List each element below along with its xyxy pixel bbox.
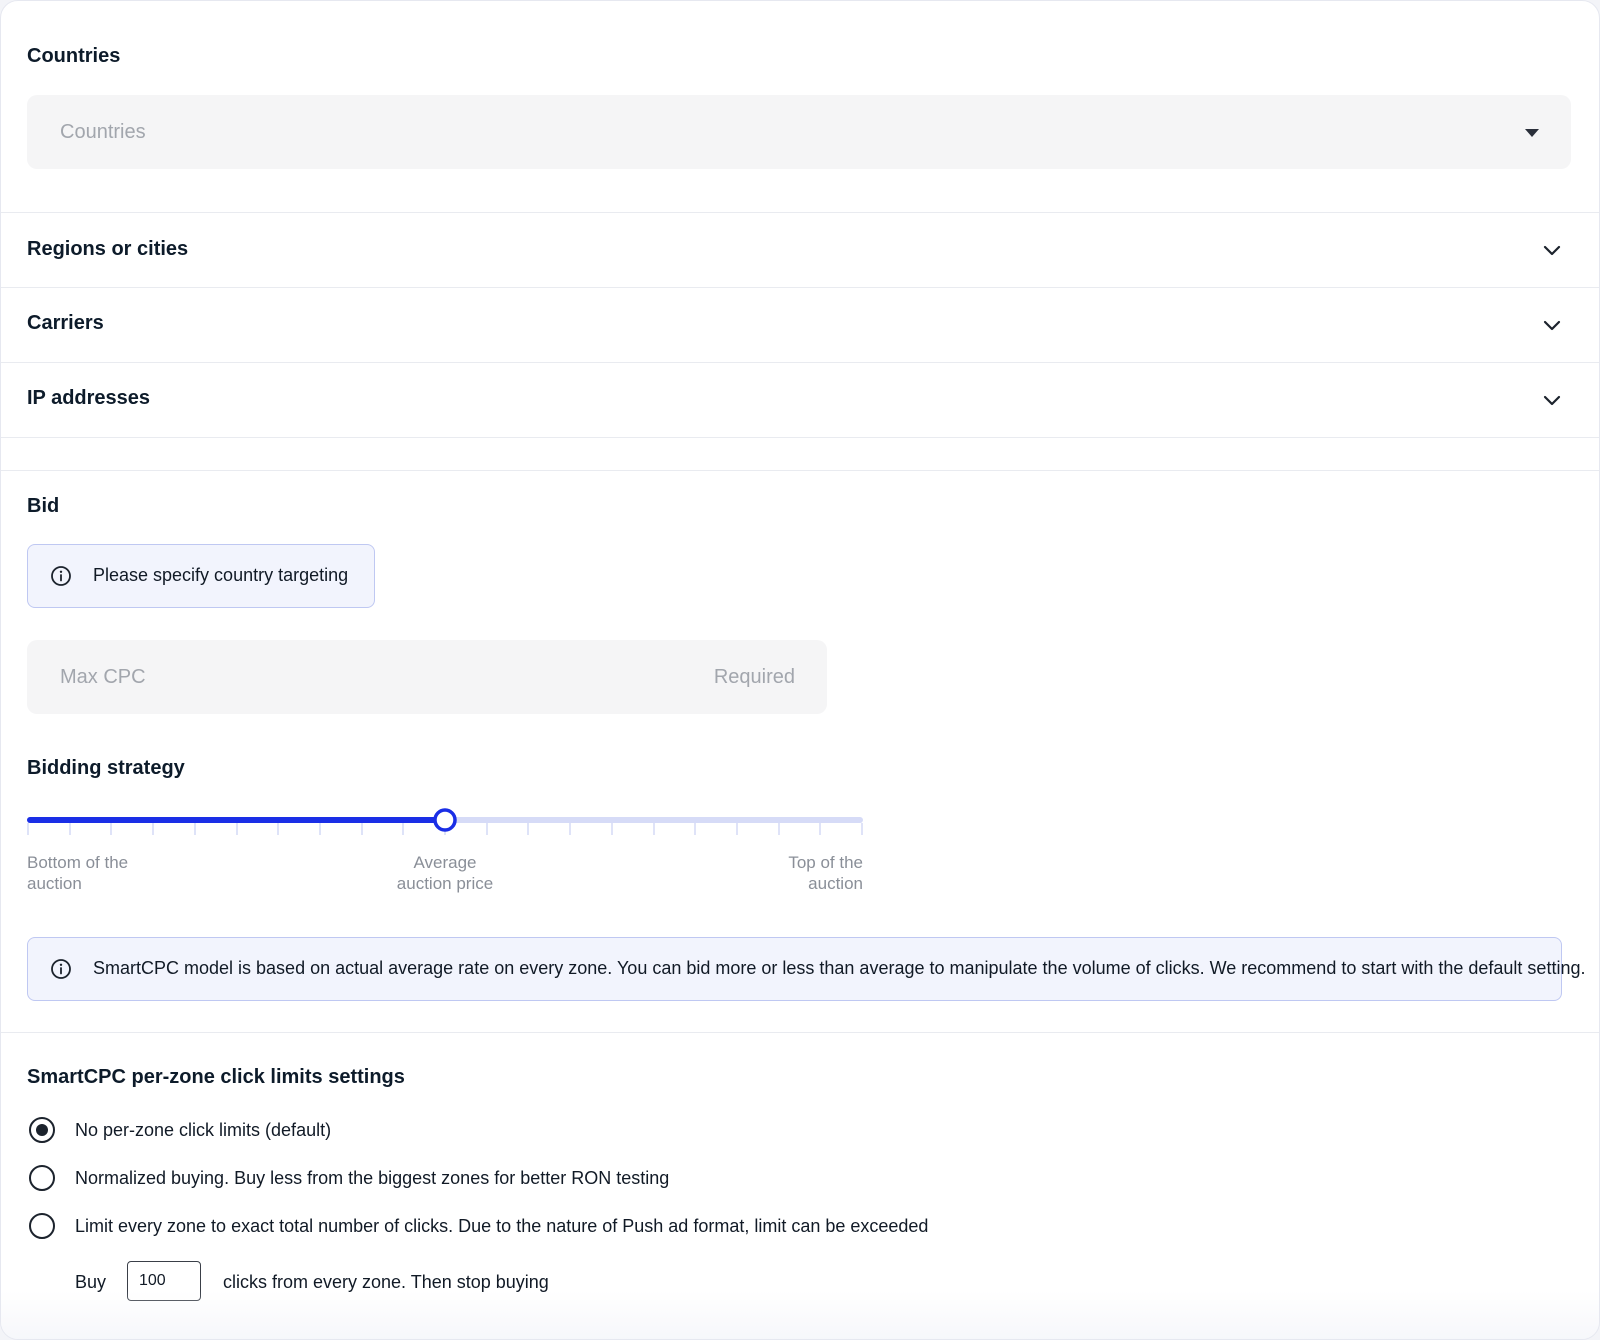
slider-label-bottom-line1: Bottom of the bbox=[27, 853, 129, 872]
settings-card: Countries Countries Regions or cities Ca… bbox=[0, 0, 1600, 1340]
countries-select[interactable]: Countries bbox=[27, 95, 1571, 169]
collapsible-regions[interactable]: Regions or cities bbox=[1, 213, 1599, 287]
bidding-strategy-slider[interactable] bbox=[27, 806, 863, 846]
radio-label: Normalized buying. Buy less from the big… bbox=[75, 1168, 670, 1188]
carriers-title: Carriers bbox=[27, 312, 104, 334]
divider bbox=[1, 470, 1599, 471]
chevron-down-icon bbox=[1543, 395, 1561, 406]
chevron-down-icon bbox=[1543, 320, 1561, 331]
radio-button[interactable] bbox=[29, 1165, 55, 1191]
slider-label-average-line2: auction price bbox=[396, 874, 494, 893]
radio-button[interactable] bbox=[29, 1213, 55, 1239]
divider bbox=[1, 437, 1599, 438]
bottom-fade bbox=[1, 1291, 1599, 1339]
radio-button[interactable] bbox=[29, 1117, 55, 1143]
max-cpc-input[interactable]: Max CPC Required bbox=[27, 640, 827, 714]
max-cpc-required-hint: Required bbox=[713, 666, 795, 688]
slider-track[interactable] bbox=[27, 806, 863, 846]
info-icon bbox=[51, 959, 71, 979]
chevron-down-icon bbox=[1543, 245, 1561, 256]
slider-label-bottom-line2: auction bbox=[27, 874, 82, 893]
slider-label-top-line2: auction bbox=[808, 874, 863, 893]
countries-placeholder: Countries bbox=[60, 121, 146, 143]
max-cpc-placeholder: Max CPC bbox=[60, 666, 146, 688]
slider-fill bbox=[27, 817, 445, 823]
country-targeting-notice: Please specify country targeting bbox=[27, 544, 375, 608]
buy-suffix: clicks from every zone. Then stop buying bbox=[223, 1272, 549, 1292]
radio-label: Limit every zone to exact total number o… bbox=[75, 1216, 929, 1236]
radio-option-no-limits[interactable]: No per-zone click limits (default) bbox=[29, 1117, 1229, 1147]
slider-label-top: Top of the auction bbox=[663, 852, 863, 894]
collapsible-carriers[interactable]: Carriers bbox=[1, 288, 1599, 362]
bidding-strategy-title: Bidding strategy bbox=[27, 757, 185, 779]
collapsible-ip-addresses[interactable]: IP addresses bbox=[1, 363, 1599, 437]
slider-label-average-line1: Average bbox=[413, 853, 477, 872]
smartcpc-info-notice: SmartCPC model is based on actual averag… bbox=[27, 937, 1585, 1001]
caret-down-icon bbox=[1525, 129, 1539, 137]
radio-option-limit-every-zone[interactable]: Limit every zone to exact total number o… bbox=[29, 1213, 1229, 1243]
country-targeting-text: Please specify country targeting bbox=[93, 565, 349, 585]
smartcpc-info-text: SmartCPC model is based on actual averag… bbox=[93, 958, 1586, 978]
buy-prefix: Buy bbox=[75, 1272, 107, 1292]
click-limits-title: SmartCPC per-zone click limits settings bbox=[27, 1066, 405, 1088]
slider-thumb[interactable] bbox=[433, 808, 457, 832]
countries-title: Countries bbox=[27, 45, 121, 67]
bid-title: Bid bbox=[27, 495, 60, 517]
info-icon bbox=[51, 566, 71, 586]
ip-addresses-title: IP addresses bbox=[27, 387, 151, 409]
slider-label-average: Average auction price bbox=[345, 852, 545, 894]
regions-title: Regions or cities bbox=[27, 238, 189, 260]
radio-option-normalized-buying[interactable]: Normalized buying. Buy less from the big… bbox=[29, 1165, 1229, 1195]
divider bbox=[1, 1032, 1599, 1033]
slider-label-top-line1: Top of the bbox=[788, 853, 863, 872]
radio-label: No per-zone click limits (default) bbox=[75, 1120, 332, 1140]
slider-label-bottom: Bottom of the auction bbox=[27, 852, 128, 894]
